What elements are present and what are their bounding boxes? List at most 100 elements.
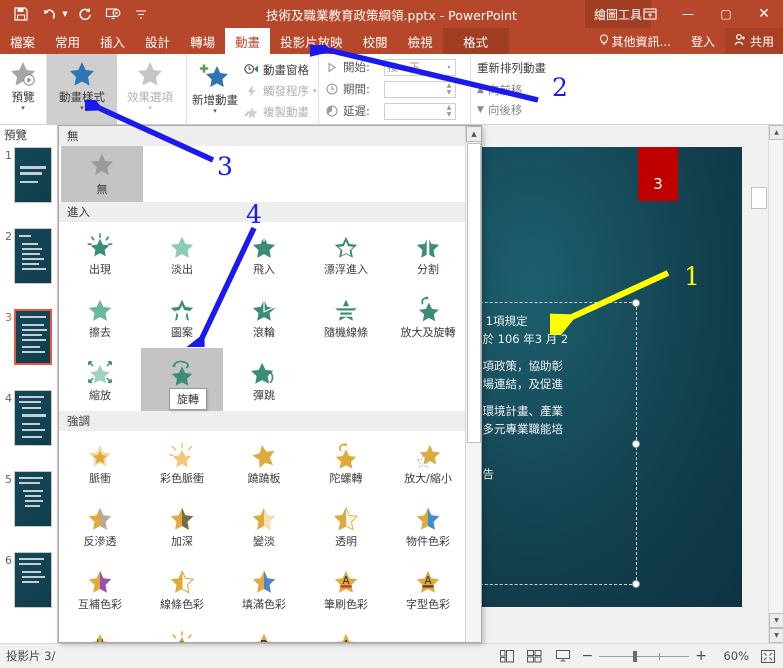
slide-thumb-image-1[interactable]	[14, 147, 52, 203]
start-slideshow-icon[interactable]	[100, 2, 126, 26]
start-select[interactable]: 按一下 ▾	[384, 58, 456, 76]
fit-to-window-icon[interactable]	[759, 647, 777, 665]
animation-item-object-color[interactable]: 物件色彩	[387, 494, 469, 557]
animation-styles-gallery[interactable]: 無 無 進入 出現 淡出 飛入 漂浮進入 分割 擦去 圖案 滾輪 隨機線條 放大…	[58, 125, 482, 643]
animation-item-bounce[interactable]: 彈跳	[223, 348, 305, 411]
animation-item-darken[interactable]: 加深	[141, 494, 223, 557]
animation-item-spin[interactable]: 陀螺轉	[305, 431, 387, 494]
gallery-scroll-up-icon[interactable]: ▲	[466, 126, 481, 142]
scroll-up-arrow-icon[interactable]: ▲	[769, 125, 783, 140]
add-animation-dropdown-icon[interactable]: ▾	[213, 107, 217, 115]
slide-thumb-image-3[interactable]	[14, 309, 52, 365]
slide-vertical-scrollbar[interactable]: ▲ ▼ ▼	[768, 125, 783, 643]
tab-view[interactable]: 檢視	[398, 28, 443, 54]
slide-thumbnail-1[interactable]: 1	[0, 147, 57, 203]
text-placeholder-selection-frame[interactable]	[482, 299, 640, 588]
gallery-scroll-thumb[interactable]	[467, 143, 481, 443]
slide-thumbnail-panel[interactable]: 預覽 1 2 3 4 5 6	[0, 125, 58, 643]
status-bar-right[interactable]: − + 60%	[498, 647, 783, 665]
zoom-slider[interactable]: − +	[582, 648, 707, 664]
tell-me-box[interactable]: 其他資訊...	[589, 28, 681, 54]
next-slide-arrow-icon[interactable]: ▼	[769, 628, 783, 643]
zoom-thumb[interactable]	[633, 650, 638, 662]
animation-item-fade[interactable]: 淡出	[141, 222, 223, 285]
redo-icon[interactable]	[72, 2, 98, 26]
effect-options-dropdown-icon[interactable]: ▾	[148, 104, 152, 112]
animation-item-split[interactable]: 分割	[387, 222, 469, 285]
slide-thumbnail-3[interactable]: 3	[0, 309, 57, 365]
resize-handle-bottom-right[interactable]	[632, 580, 640, 588]
animation-item-font-color[interactable]: A 字型色彩	[387, 557, 469, 620]
zoom-in-button[interactable]: +	[695, 648, 707, 664]
tab-transitions[interactable]: 轉場	[180, 28, 225, 54]
delay-input[interactable]: ▲ ▼	[384, 102, 456, 120]
animation-item-random-bars[interactable]: 隨機線條	[305, 285, 387, 348]
animation-item-grow-turn[interactable]: 放大及旋轉	[387, 285, 469, 348]
tab-slideshow[interactable]: 投影片放映	[270, 28, 353, 54]
add-animation-button[interactable]: 新增動畫 ▾	[187, 57, 243, 122]
move-later-button[interactable]: ▼ 向後移	[477, 100, 576, 120]
animation-item-lighten[interactable]: 變淡	[223, 494, 305, 557]
animation-item-pulse[interactable]: 脈衝	[59, 431, 141, 494]
trigger-button[interactable]: 觸發程序 ▾	[243, 80, 317, 101]
task-pane-toggle-button[interactable]	[751, 187, 767, 209]
slide-thumb-image-2[interactable]	[14, 228, 52, 284]
tab-review[interactable]: 校閱	[353, 28, 398, 54]
reading-view-icon[interactable]	[554, 647, 572, 665]
ribbon-display-options-icon[interactable]	[631, 0, 669, 28]
normal-view-icon[interactable]	[498, 647, 516, 665]
slide-canvas[interactable]: 3 4 條第 1項規定 綱領」於 106 年3 月 2 推動各項政策，協助彰 園…	[482, 147, 742, 607]
animation-item-bold-reveal[interactable]: B 粗體顯示	[223, 620, 305, 642]
zoom-out-button[interactable]: −	[582, 648, 594, 664]
maximize-button[interactable]: ▢	[707, 0, 745, 28]
resize-handle-middle-right[interactable]	[632, 439, 640, 448]
customize-qat-icon[interactable]	[128, 2, 154, 26]
share-button[interactable]: 共用	[724, 28, 783, 54]
animation-item-appear[interactable]: 出現	[59, 222, 141, 285]
delay-stepper[interactable]: ▲ ▼	[443, 104, 455, 119]
animation-item-grow-shrink[interactable]: 放大/縮小	[387, 431, 469, 494]
animation-item-wheel[interactable]: 滾輪	[223, 285, 305, 348]
sign-in-button[interactable]: 登入	[681, 28, 725, 54]
tab-home[interactable]: 常用	[45, 28, 90, 54]
duration-stepper[interactable]: ▲ ▼	[443, 82, 455, 97]
resize-handle-top-right[interactable]	[632, 299, 640, 307]
start-dropdown-icon[interactable]: ▾	[443, 60, 455, 75]
preview-button[interactable]: 預覽 ▾	[0, 54, 48, 112]
animation-item-wave[interactable]: A 波浪	[305, 620, 387, 642]
slide-sorter-view-icon[interactable]	[526, 647, 544, 665]
animation-item-desaturate[interactable]: 反滲透	[59, 494, 141, 557]
tab-insert[interactable]: 插入	[90, 28, 135, 54]
slide-thumb-image-6[interactable]	[14, 552, 52, 608]
slide-thumbnail-6[interactable]: 6	[0, 552, 57, 608]
zoom-level-label[interactable]: 60%	[717, 649, 749, 663]
animation-item-complementary-color[interactable]: 互補色彩	[59, 557, 141, 620]
slide-edit-area[interactable]: 3 4 條第 1項規定 綱領」於 106 年3 月 2 推動各項政策，協助彰 園…	[482, 125, 783, 643]
duration-input[interactable]: ▲ ▼	[384, 80, 456, 98]
preview-dropdown-icon[interactable]: ▾	[21, 104, 25, 112]
tab-strip-right[interactable]: 其他資訊... 登入 共用	[589, 28, 783, 54]
animation-styles-dropdown-icon[interactable]: ▾	[80, 104, 84, 112]
animation-styles-button[interactable]: 動畫樣式 ▾	[47, 54, 117, 125]
animation-item-none[interactable]: 無	[61, 146, 143, 202]
animation-painter-button[interactable]: 複製動畫	[243, 101, 317, 122]
animation-item-fill-color[interactable]: 填滿色彩	[223, 557, 305, 620]
quick-access-toolbar[interactable]: ▼	[8, 0, 154, 28]
slide-thumb-image-5[interactable]	[14, 471, 52, 527]
animation-item-zoom[interactable]: 縮放	[59, 348, 141, 411]
animation-item-bold-flash[interactable]: B 粗體閃爍	[141, 620, 223, 642]
window-controls[interactable]: — ▢ ✕	[631, 0, 783, 28]
scroll-down-arrow-icon[interactable]: ▼	[769, 613, 783, 628]
effect-options-button[interactable]: 效果選項 ▾	[117, 54, 183, 125]
animation-item-underline[interactable]: U 底線	[59, 620, 141, 642]
animation-item-transparency[interactable]: 透明	[305, 494, 387, 557]
tab-file[interactable]: 檔案	[0, 28, 45, 54]
save-icon[interactable]	[8, 2, 34, 26]
zoom-track[interactable]	[599, 650, 690, 662]
gallery-scrollbar[interactable]: ▲	[465, 126, 481, 642]
slide-thumbnail-2[interactable]: 2	[0, 228, 57, 284]
slide-thumbnail-4[interactable]: 4	[0, 390, 57, 446]
ribbon-tabs[interactable]: 檔案 常用 插入 設計 轉場 動畫 投影片放映 校閱 檢視 格式 其他資訊...…	[0, 28, 783, 54]
animation-pane-button[interactable]: 動畫窗格	[243, 59, 317, 80]
tab-format[interactable]: 格式	[442, 28, 509, 54]
